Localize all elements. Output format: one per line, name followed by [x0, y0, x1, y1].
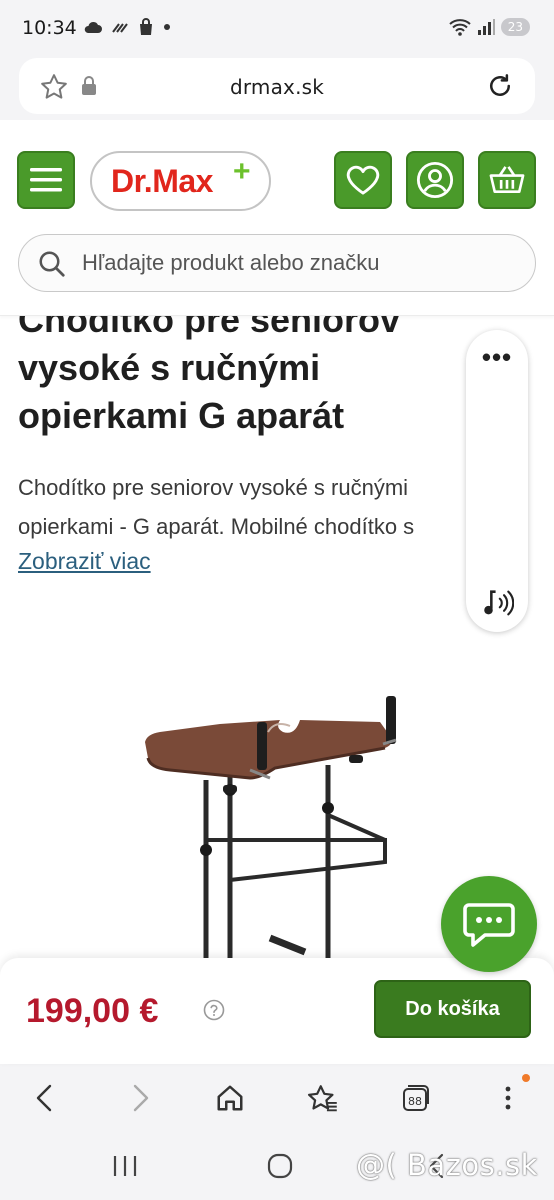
url-text[interactable]: drmax.sk — [19, 75, 535, 99]
menu-button[interactable] — [17, 151, 75, 209]
bookmarks-button[interactable] — [304, 1080, 340, 1116]
browser-toolbar: 88 — [0, 1064, 554, 1132]
search-icon — [39, 251, 65, 277]
wifi-icon — [449, 19, 471, 36]
cloud-icon — [84, 21, 102, 33]
tabs-button[interactable]: 88 — [397, 1080, 433, 1116]
site-header: Dr.Max + — [0, 120, 554, 316]
help-icon[interactable] — [203, 999, 225, 1021]
walker-tray — [145, 720, 392, 780]
back-icon — [36, 1084, 52, 1112]
home-icon — [217, 1085, 243, 1111]
bookmark-star-icon — [307, 1085, 337, 1112]
logo-text: Dr.Max — [111, 163, 213, 199]
forward-icon — [133, 1084, 149, 1112]
chat-icon — [463, 903, 515, 947]
product-description-line: Chodítko pre seniorov vysoké s ručnými — [18, 475, 409, 500]
status-system-icons: 23 — [449, 18, 530, 36]
walker-frame — [200, 765, 387, 958]
product-title: Chodítko pre seniorov vysoké s ručnými o… — [18, 299, 401, 436]
product-description-line: opierkami - G aparát. Mobilné chodítko s — [18, 514, 415, 539]
menu-icon — [30, 168, 62, 192]
product-description: Chodítko pre seniorov vysoké s ručnými o… — [18, 468, 465, 546]
user-icon — [416, 161, 454, 199]
product-image[interactable] — [100, 640, 460, 958]
more-options-button[interactable]: ••• — [466, 342, 528, 373]
cart-button[interactable] — [478, 151, 536, 209]
reload-icon[interactable] — [485, 71, 515, 101]
chat-button[interactable] — [441, 876, 537, 972]
heart-icon — [346, 165, 380, 195]
search-bar[interactable] — [18, 234, 536, 292]
home-button[interactable] — [212, 1080, 248, 1116]
basket-icon — [489, 166, 525, 194]
add-to-cart-button[interactable]: Do košíka — [374, 980, 531, 1038]
more-icon — [505, 1086, 511, 1110]
price-bar: 199,00 € Do košíka — [0, 958, 554, 1064]
search-input[interactable] — [82, 250, 512, 276]
dot-icon — [164, 24, 170, 30]
tabs-icon: 88 — [403, 1085, 429, 1111]
no-signal-icon — [112, 23, 128, 33]
account-button[interactable] — [406, 151, 464, 209]
show-more-link[interactable]: Zobraziť viac — [18, 548, 151, 575]
back-button[interactable] — [27, 1080, 63, 1116]
battery-indicator: 23 — [500, 18, 530, 36]
recent-apps-icon[interactable] — [112, 1154, 138, 1178]
favorites-button[interactable] — [334, 151, 392, 209]
browser-menu-button[interactable] — [490, 1080, 526, 1116]
cell-signal-icon — [477, 19, 495, 35]
shopping-bag-icon — [140, 18, 152, 35]
notification-dot — [522, 1074, 530, 1082]
drmax-logo[interactable]: Dr.Max + — [90, 151, 271, 211]
watermark: @( Bazos.sk — [356, 1148, 538, 1182]
system-navigation-bar: @( Bazos.sk — [0, 1132, 554, 1200]
read-aloud-icon[interactable] — [480, 586, 514, 620]
address-bar[interactable]: drmax.sk — [19, 58, 535, 114]
browser-address-area: drmax.sk — [0, 40, 554, 120]
status-notification-icons — [83, 18, 171, 36]
forward-button[interactable] — [122, 1080, 158, 1116]
home-circle-icon[interactable] — [266, 1152, 294, 1180]
status-time: 10:34 — [22, 17, 77, 39]
floating-side-panel: ••• — [466, 330, 528, 632]
tabs-count: 88 — [408, 1095, 422, 1108]
logo-plus: + — [233, 155, 251, 188]
product-price: 199,00 € — [26, 992, 159, 1030]
